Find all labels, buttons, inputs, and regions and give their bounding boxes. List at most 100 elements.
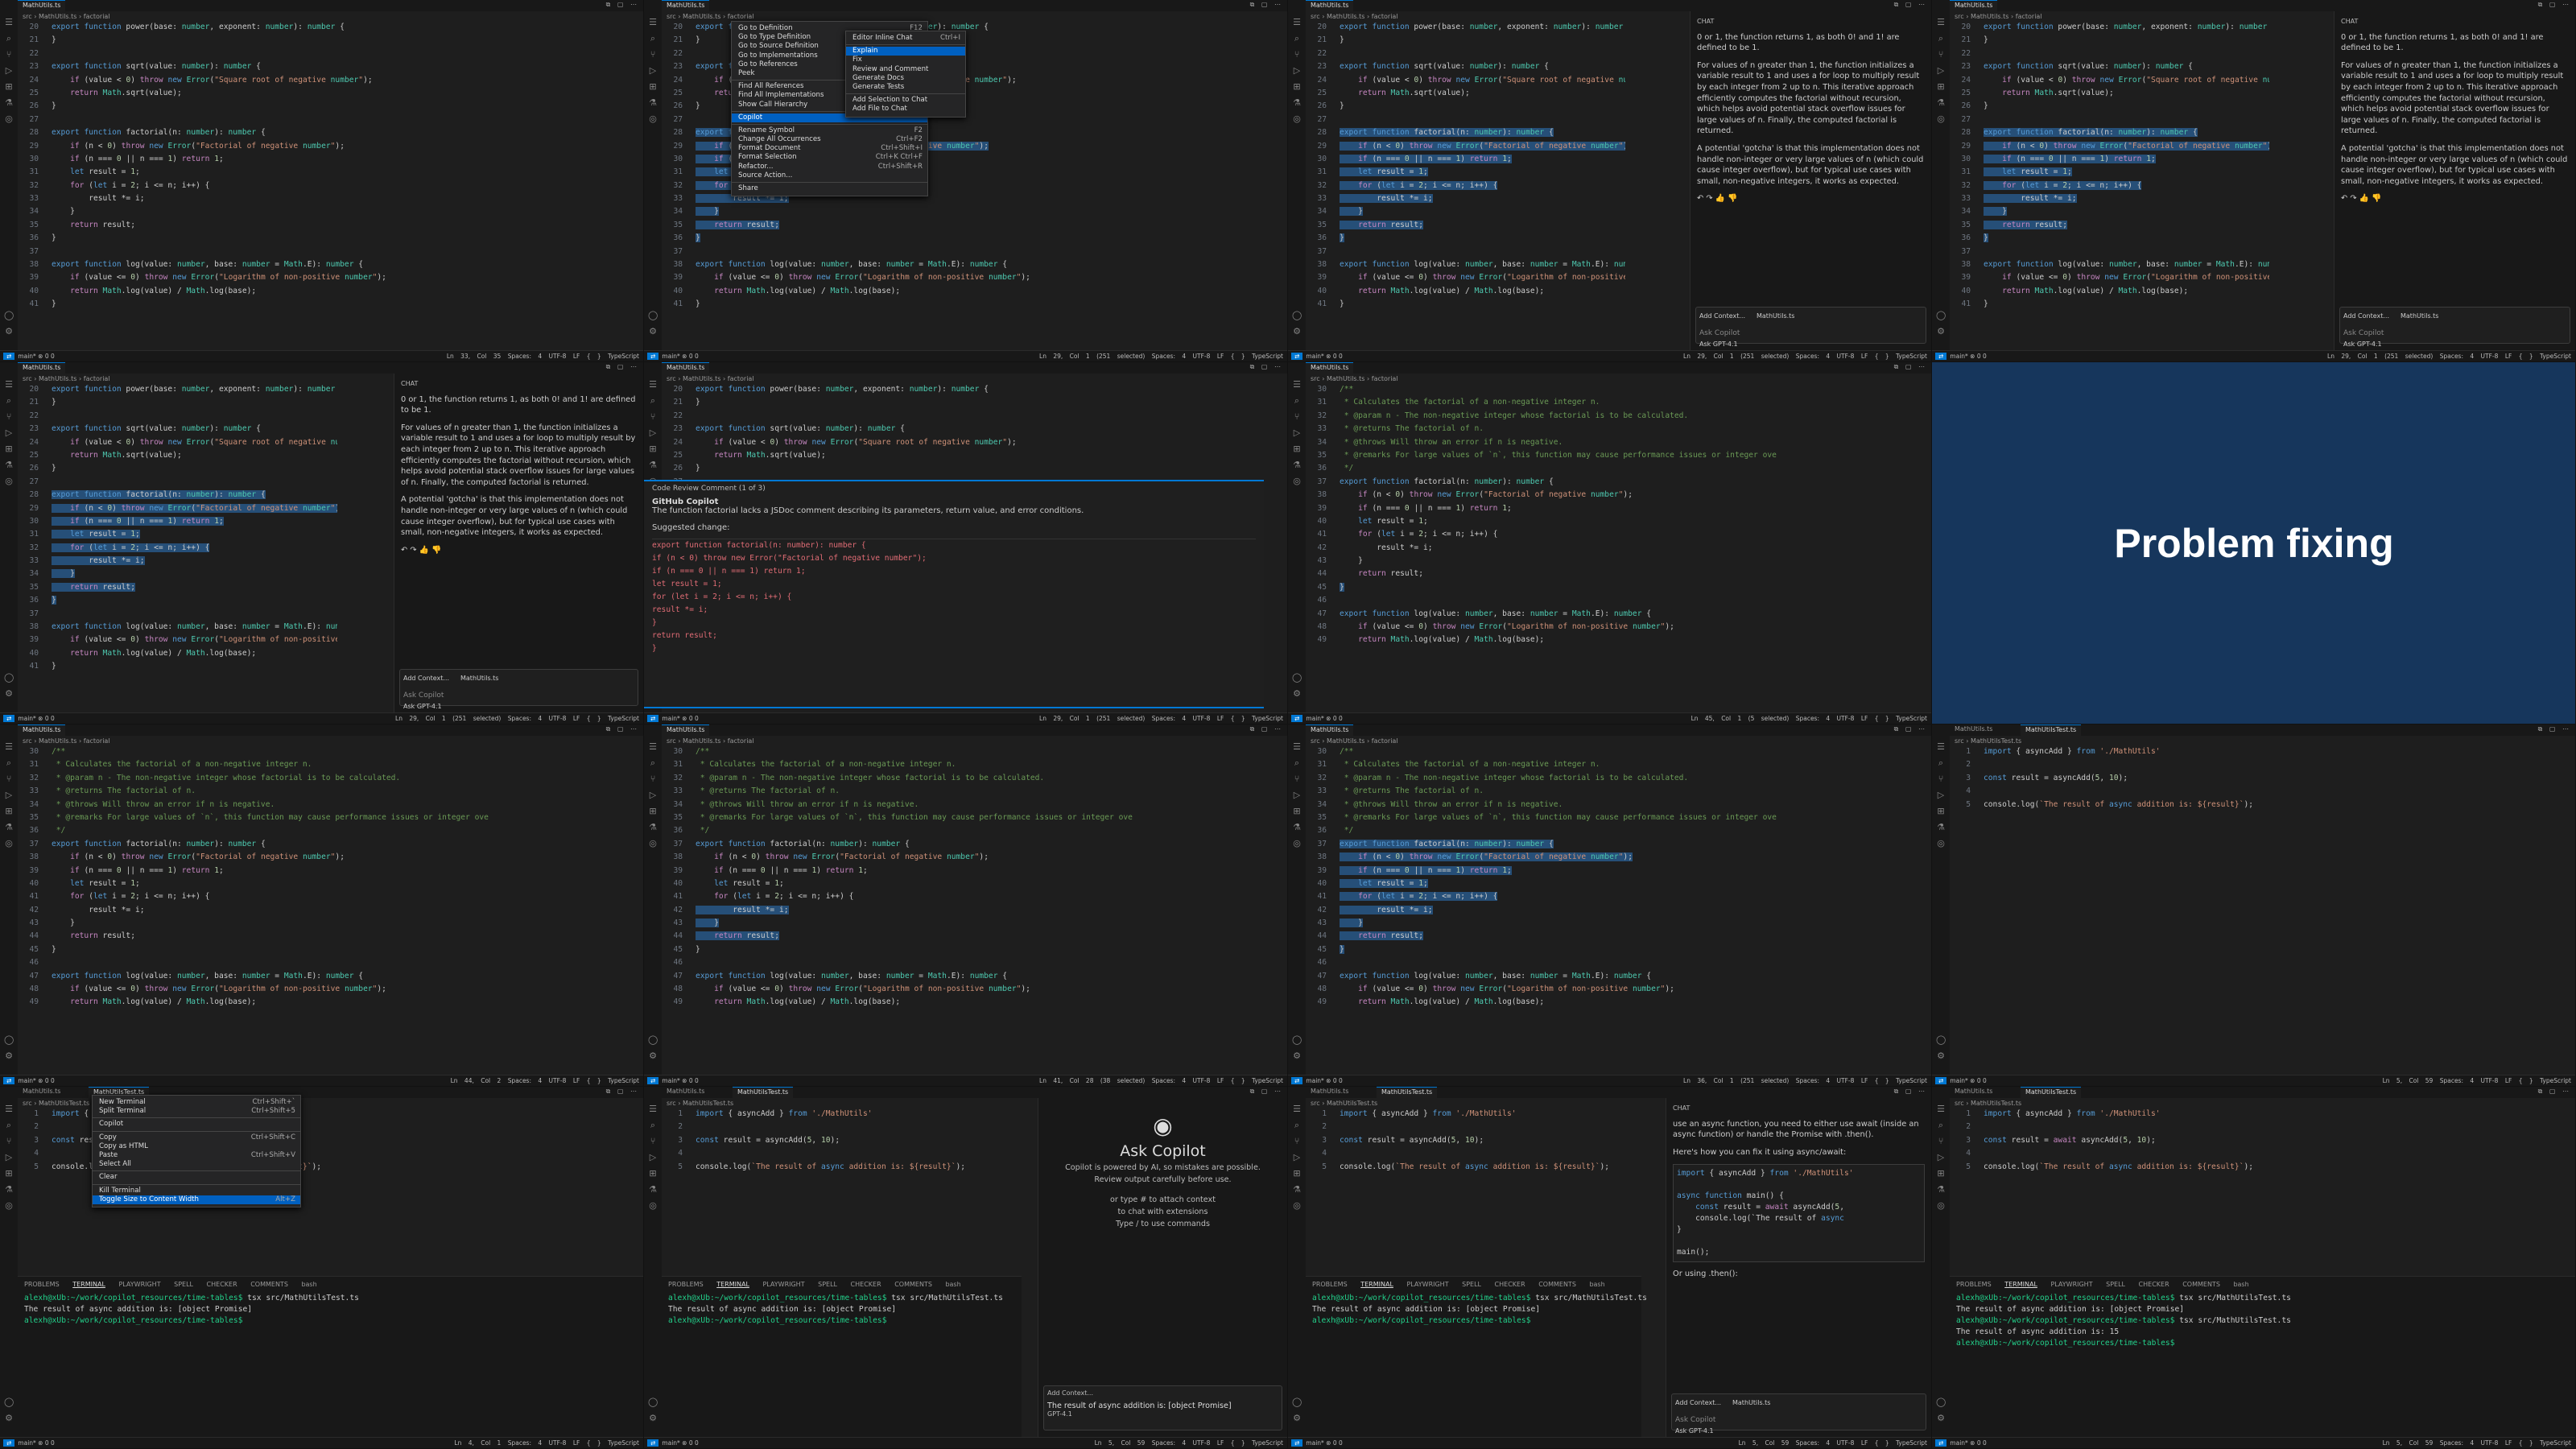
branch-status[interactable]: main* <box>1306 1439 1324 1447</box>
run-debug-icon[interactable]: ▷ <box>1936 791 1946 800</box>
problems-status[interactable]: 0 0 <box>45 1439 55 1447</box>
panel-tab[interactable]: COMMENTS <box>894 1281 932 1288</box>
breadcrumb[interactable]: src › MathUtils.ts › factorial <box>667 375 754 382</box>
breadcrumb[interactable]: src › MathUtils.ts › factorial <box>1311 375 1398 382</box>
remote-indicator[interactable]: ⇄ <box>647 1439 659 1447</box>
testing-icon[interactable]: ⚗ <box>1292 823 1302 832</box>
breadcrumb-src[interactable]: src <box>23 737 32 745</box>
cursor-position[interactable]: Ln 33, Col 35 <box>447 353 501 360</box>
indent-status[interactable]: Spaces: 4 <box>508 1439 542 1447</box>
menu-item[interactable]: New Terminal Ctrl+Shift+` <box>93 1098 300 1107</box>
breadcrumb-file[interactable]: MathUtilsTest.ts <box>39 1100 89 1107</box>
remote-indicator[interactable]: ⇄ <box>3 1439 15 1447</box>
accounts-icon[interactable]: ◯ <box>1292 673 1302 683</box>
eol-status[interactable]: LF <box>2505 1077 2512 1084</box>
panel-tab[interactable]: PROBLEMS <box>24 1281 60 1288</box>
menu-item[interactable]: Copilot <box>93 1120 300 1129</box>
panel-tab[interactable]: TERMINAL <box>716 1281 749 1288</box>
remote-explorer-icon[interactable]: ◎ <box>648 839 658 848</box>
eol-status[interactable]: LF <box>1861 353 1868 360</box>
explorer-icon[interactable]: ☰ <box>4 18 14 27</box>
remote-indicator[interactable]: ⇄ <box>1935 353 1947 360</box>
remote-explorer-icon[interactable]: ◎ <box>1292 114 1302 124</box>
breadcrumb[interactable]: src › MathUtilsTest.ts <box>23 1100 89 1107</box>
breadcrumb[interactable]: src › MathUtils.ts › factorial <box>23 375 110 382</box>
extensions-icon[interactable]: ⊞ <box>648 82 658 92</box>
editor-actions[interactable]: ⧉ ▢ ⋯ <box>2538 725 2571 733</box>
chat-mode-select[interactable]: Ask <box>1675 1427 1686 1435</box>
tab-mathutils[interactable]: MathUtils.ts <box>1950 0 1998 11</box>
branch-status[interactable]: main* <box>1306 1077 1324 1084</box>
cursor-position[interactable]: Ln 4, Col 1 <box>454 1439 501 1447</box>
accounts-icon[interactable]: ◯ <box>648 311 658 320</box>
tab-mathutils[interactable]: MathUtils.ts <box>662 724 710 736</box>
accounts-icon[interactable]: ◯ <box>648 1397 658 1407</box>
breadcrumb-file[interactable]: MathUtils.ts <box>1971 13 2008 20</box>
breadcrumb-src[interactable]: src <box>1311 1100 1320 1107</box>
feedback-icons[interactable]: ↶ ↷ 👍 👎 <box>401 545 637 556</box>
source-control-icon[interactable]: ⑂ <box>1292 412 1302 422</box>
gear-icon[interactable]: ⚙ <box>4 327 14 336</box>
testing-icon[interactable]: ⚗ <box>1292 98 1302 108</box>
gear-icon[interactable]: ⚙ <box>648 1414 658 1423</box>
breadcrumb-file[interactable]: MathUtils.ts <box>1327 13 1364 20</box>
problems-status[interactable]: 0 0 <box>45 715 55 722</box>
remote-explorer-icon[interactable]: ◎ <box>1936 839 1946 848</box>
testing-icon[interactable]: ⚗ <box>4 1185 14 1195</box>
gear-icon[interactable]: ⚙ <box>1292 1051 1302 1061</box>
branch-status[interactable]: main* <box>18 1077 36 1084</box>
remote-explorer-icon[interactable]: ◎ <box>1292 839 1302 848</box>
search-icon[interactable]: ⌕ <box>4 34 14 43</box>
branch-status[interactable]: main* <box>1950 353 1968 360</box>
cursor-position[interactable]: Ln 29, Col 1 (251 selected) <box>2327 353 2433 360</box>
code-editor[interactable]: 30 /** 31 * Calculates the factorial of a … <box>1306 383 1931 712</box>
problems-status[interactable]: 0 0 <box>1977 1077 1987 1084</box>
explorer-icon[interactable]: ☰ <box>4 742 14 752</box>
breadcrumb[interactable]: src › MathUtils.ts › factorial <box>23 737 110 745</box>
extensions-icon[interactable]: ⊞ <box>1292 82 1302 92</box>
branch-status[interactable]: main* <box>18 1439 36 1447</box>
add-context-button[interactable]: Add Context... <box>1675 1399 1721 1406</box>
encoding-status[interactable]: UTF-8 <box>549 353 567 360</box>
breadcrumb[interactable]: src › MathUtils.ts › factorial <box>1311 13 1398 20</box>
editor-actions[interactable]: ⧉ ▢ ⋯ <box>1250 725 1283 733</box>
source-control-icon[interactable]: ⑂ <box>4 50 14 60</box>
breadcrumb-symbol[interactable]: factorial <box>728 375 754 382</box>
terminal-output[interactable]: alexh@xUb:~/work/copilot_resources/time-… <box>18 1290 643 1330</box>
chat-input[interactable]: Add Context... MathUtils.ts Ask Copilot Ask… <box>2339 307 2570 348</box>
panel-tab[interactable]: COMMENTS <box>2182 1281 2220 1288</box>
explorer-icon[interactable]: ☰ <box>1936 18 1946 27</box>
cursor-position[interactable]: Ln 29, Col 1 (251 selected) <box>1039 353 1145 360</box>
problems-status[interactable]: 0 0 <box>1977 1439 1987 1447</box>
menu-item[interactable]: Format Document Ctrl+Shift+I <box>732 144 927 153</box>
branch-status[interactable]: main* <box>662 1439 680 1447</box>
gear-icon[interactable]: ⚙ <box>1292 327 1302 336</box>
eol-status[interactable]: LF <box>573 1077 580 1084</box>
remote-explorer-icon[interactable]: ◎ <box>4 477 14 486</box>
menu-item[interactable]: Add Selection to Chat <box>846 96 965 105</box>
breadcrumb[interactable]: src › MathUtilsTest.ts <box>1955 1100 2021 1107</box>
code-editor[interactable]: 20 export function power(base: number, ex… <box>1306 21 1625 350</box>
panel-tab[interactable]: PLAYWRIGHT <box>118 1281 160 1288</box>
explorer-icon[interactable]: ☰ <box>648 380 658 390</box>
language-mode[interactable]: TypeScript <box>608 353 639 360</box>
chat-input[interactable]: Add Context... MathUtils.ts Ask Copilot Ask… <box>1671 1393 1926 1435</box>
breadcrumb[interactable]: src › MathUtils.ts › factorial <box>23 13 110 20</box>
add-context-button[interactable]: Add Context... <box>2343 312 2389 320</box>
testing-icon[interactable]: ⚗ <box>1936 98 1946 108</box>
breadcrumb-file[interactable]: MathUtilsTest.ts <box>1971 1100 2021 1107</box>
source-control-icon[interactable]: ⑂ <box>1936 50 1946 60</box>
problems-status[interactable]: 0 0 <box>1333 715 1343 722</box>
menu-item[interactable]: Explain <box>846 47 965 56</box>
model-select[interactable]: GPT-4.1 <box>1047 1410 1072 1418</box>
code-editor[interactable]: 1 import { asyncAdd } from './MathUtils' 2… <box>1950 745 2575 1075</box>
tab-mathutils[interactable]: MathUtils.ts <box>18 724 66 736</box>
cursor-position[interactable]: Ln 36, Col 1 (251 selected) <box>1683 1077 1789 1084</box>
language-mode[interactable]: TypeScript <box>1896 353 1927 360</box>
indent-status[interactable]: Spaces: 4 <box>508 1077 542 1084</box>
testing-icon[interactable]: ⚗ <box>1936 823 1946 832</box>
remote-explorer-icon[interactable]: ◎ <box>648 114 658 124</box>
indent-status[interactable]: Spaces: 4 <box>2440 1077 2474 1084</box>
accounts-icon[interactable]: ◯ <box>1936 1035 1946 1045</box>
accounts-icon[interactable]: ◯ <box>1936 311 1946 320</box>
